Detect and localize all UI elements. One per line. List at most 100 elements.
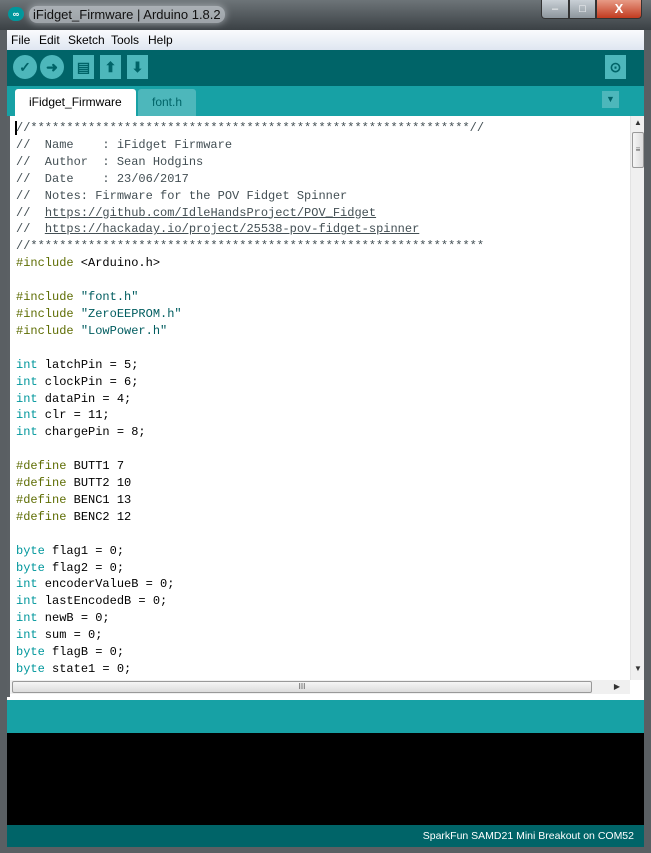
code-token-pre: #define <box>16 492 67 507</box>
verify-button[interactable]: ✓ <box>13 55 37 79</box>
menu-help[interactable]: Help <box>148 33 173 47</box>
code-line: // https://github.com/IdleHandsProject/P… <box>16 205 484 222</box>
code-line: #define BUTT2 10 <box>16 475 484 492</box>
code-token-type: int <box>16 577 38 592</box>
code-token-type: int <box>16 628 38 643</box>
status-bar: SparkFun SAMD21 Mini Breakout on COM52 <box>7 825 644 847</box>
code-line: #include "LowPower.h" <box>16 323 484 340</box>
code-token-link[interactable]: https://hackaday.io/project/25538-pov-fi… <box>45 222 419 236</box>
code-line: int dataPin = 4; <box>16 391 484 408</box>
code-line: #include "ZeroEEPROM.h" <box>16 306 484 323</box>
code-token-plain: flag1 = 0; <box>44 543 125 558</box>
code-token-comment: // Notes: Firmware for the POV Fidget Sp… <box>16 188 348 203</box>
code-token-plain: flag2 = 0; <box>44 560 125 575</box>
code-token-type: int <box>16 408 38 423</box>
code-token-plain: BENC1 13 <box>66 492 132 507</box>
code-token-str: "font.h" <box>80 290 139 305</box>
board-port-status: SparkFun SAMD21 Mini Breakout on COM52 <box>422 830 634 842</box>
code-text[interactable]: //**************************************… <box>16 120 484 678</box>
upload-button[interactable]: ➜ <box>40 55 64 79</box>
toolbar: ✓ ➜ ▤ ⬆ ⬇ ⊙ <box>7 50 644 86</box>
code-line: #define BUTT1 7 <box>16 458 484 475</box>
code-token-str: "ZeroEEPROM.h" <box>80 306 182 321</box>
code-token-type: int <box>16 594 38 609</box>
code-token-comment: //**************************************… <box>16 239 485 254</box>
code-line: int sum = 0; <box>16 627 484 644</box>
code-token-plain: lastEncodedB = 0; <box>37 594 168 609</box>
tab-bar: iFidget_Firmware font.h ▼ <box>7 86 644 116</box>
code-token-comment: // <box>16 222 45 237</box>
code-line: #include <Arduino.h> <box>16 255 484 272</box>
code-token-pre: #include <box>16 323 74 338</box>
code-line: int encoderValueB = 0; <box>16 576 484 593</box>
code-line: #include "font.h" <box>16 289 484 306</box>
code-line: int newB = 0; <box>16 610 484 627</box>
code-token-plain: latchPin = 5; <box>37 357 139 372</box>
code-line: int latchPin = 5; <box>16 357 484 374</box>
open-button[interactable]: ⬆ <box>100 55 121 79</box>
code-line: int chargePin = 8; <box>16 424 484 441</box>
code-token-pre: #define <box>16 459 67 474</box>
close-button[interactable]: X <box>596 0 642 19</box>
serial-monitor-button[interactable]: ⊙ <box>605 55 626 79</box>
code-token-plain: clr = 11; <box>37 408 110 423</box>
code-token-plain: newB = 0; <box>37 611 110 626</box>
maximize-button[interactable]: □ <box>569 0 596 19</box>
menu-sketch[interactable]: Sketch <box>68 33 105 47</box>
tab-font-h[interactable]: font.h <box>138 89 197 116</box>
vertical-scrollbar[interactable]: ▲ ≡ ▼ <box>630 116 644 680</box>
code-line: byte flagB = 0; <box>16 644 484 661</box>
code-line: // Name : iFidget Firmware <box>16 137 484 154</box>
code-editor[interactable]: //**************************************… <box>7 116 644 697</box>
code-line: byte flag1 = 0; <box>16 543 484 560</box>
save-button[interactable]: ⬇ <box>127 55 148 79</box>
code-token-link[interactable]: https://github.com/IdleHandsProject/POV_… <box>45 206 376 220</box>
horizontal-scroll-thumb[interactable]: III <box>12 681 592 693</box>
code-line: byte flag2 = 0; <box>16 560 484 577</box>
tab-ifidget-firmware[interactable]: iFidget_Firmware <box>15 89 136 116</box>
code-line: int clockPin = 6; <box>16 374 484 391</box>
code-line: #define BENC1 13 <box>16 492 484 509</box>
code-line: #define BENC2 12 <box>16 509 484 526</box>
code-token-pre: #include <box>16 306 74 321</box>
code-line: // https://hackaday.io/project/25538-pov… <box>16 221 484 238</box>
code-line: int lastEncodedB = 0; <box>16 593 484 610</box>
code-token-type: int <box>16 391 38 406</box>
window-title: iFidget_Firmware | Arduino 1.8.2 <box>29 6 225 23</box>
tab-menu-dropdown-icon[interactable]: ▼ <box>602 91 619 108</box>
scroll-up-arrow-icon[interactable]: ▲ <box>631 118 645 127</box>
horizontal-scrollbar[interactable]: III ▶ <box>10 680 630 694</box>
menu-file[interactable]: File <box>11 33 30 47</box>
code-token-plain: BUTT1 7 <box>66 459 125 474</box>
menu-tools[interactable]: Tools <box>111 33 139 47</box>
code-token-comment: // Name : iFidget Firmware <box>16 137 233 152</box>
code-token-plain: flagB = 0; <box>44 645 125 660</box>
code-token-plain: encoderValueB = 0; <box>37 577 175 592</box>
code-line: //**************************************… <box>16 120 484 137</box>
code-token-comment: // Date : 23/06/2017 <box>16 171 189 186</box>
console-output[interactable] <box>7 733 644 825</box>
new-sketch-button[interactable]: ▤ <box>73 55 94 79</box>
arduino-logo-icon: ∞ <box>8 7 24 21</box>
code-token-type: int <box>16 611 38 626</box>
code-token-pre: #include <box>16 256 74 271</box>
code-token-type: int <box>16 425 38 440</box>
code-token-plain: chargePin = 8; <box>37 425 146 440</box>
vertical-scroll-thumb[interactable]: ≡ <box>632 132 644 168</box>
code-token-type: int <box>16 374 38 389</box>
code-token-pre: #define <box>16 476 67 491</box>
minimize-button[interactable]: – <box>541 0 569 19</box>
scroll-right-arrow-icon[interactable]: ▶ <box>610 682 624 691</box>
code-line: // Date : 23/06/2017 <box>16 171 484 188</box>
message-bar <box>7 700 644 733</box>
code-line: // Notes: Firmware for the POV Fidget Sp… <box>16 188 484 205</box>
menu-edit[interactable]: Edit <box>39 33 60 47</box>
code-token-comment: //**************************************… <box>16 121 485 135</box>
scroll-down-arrow-icon[interactable]: ▼ <box>631 664 645 673</box>
